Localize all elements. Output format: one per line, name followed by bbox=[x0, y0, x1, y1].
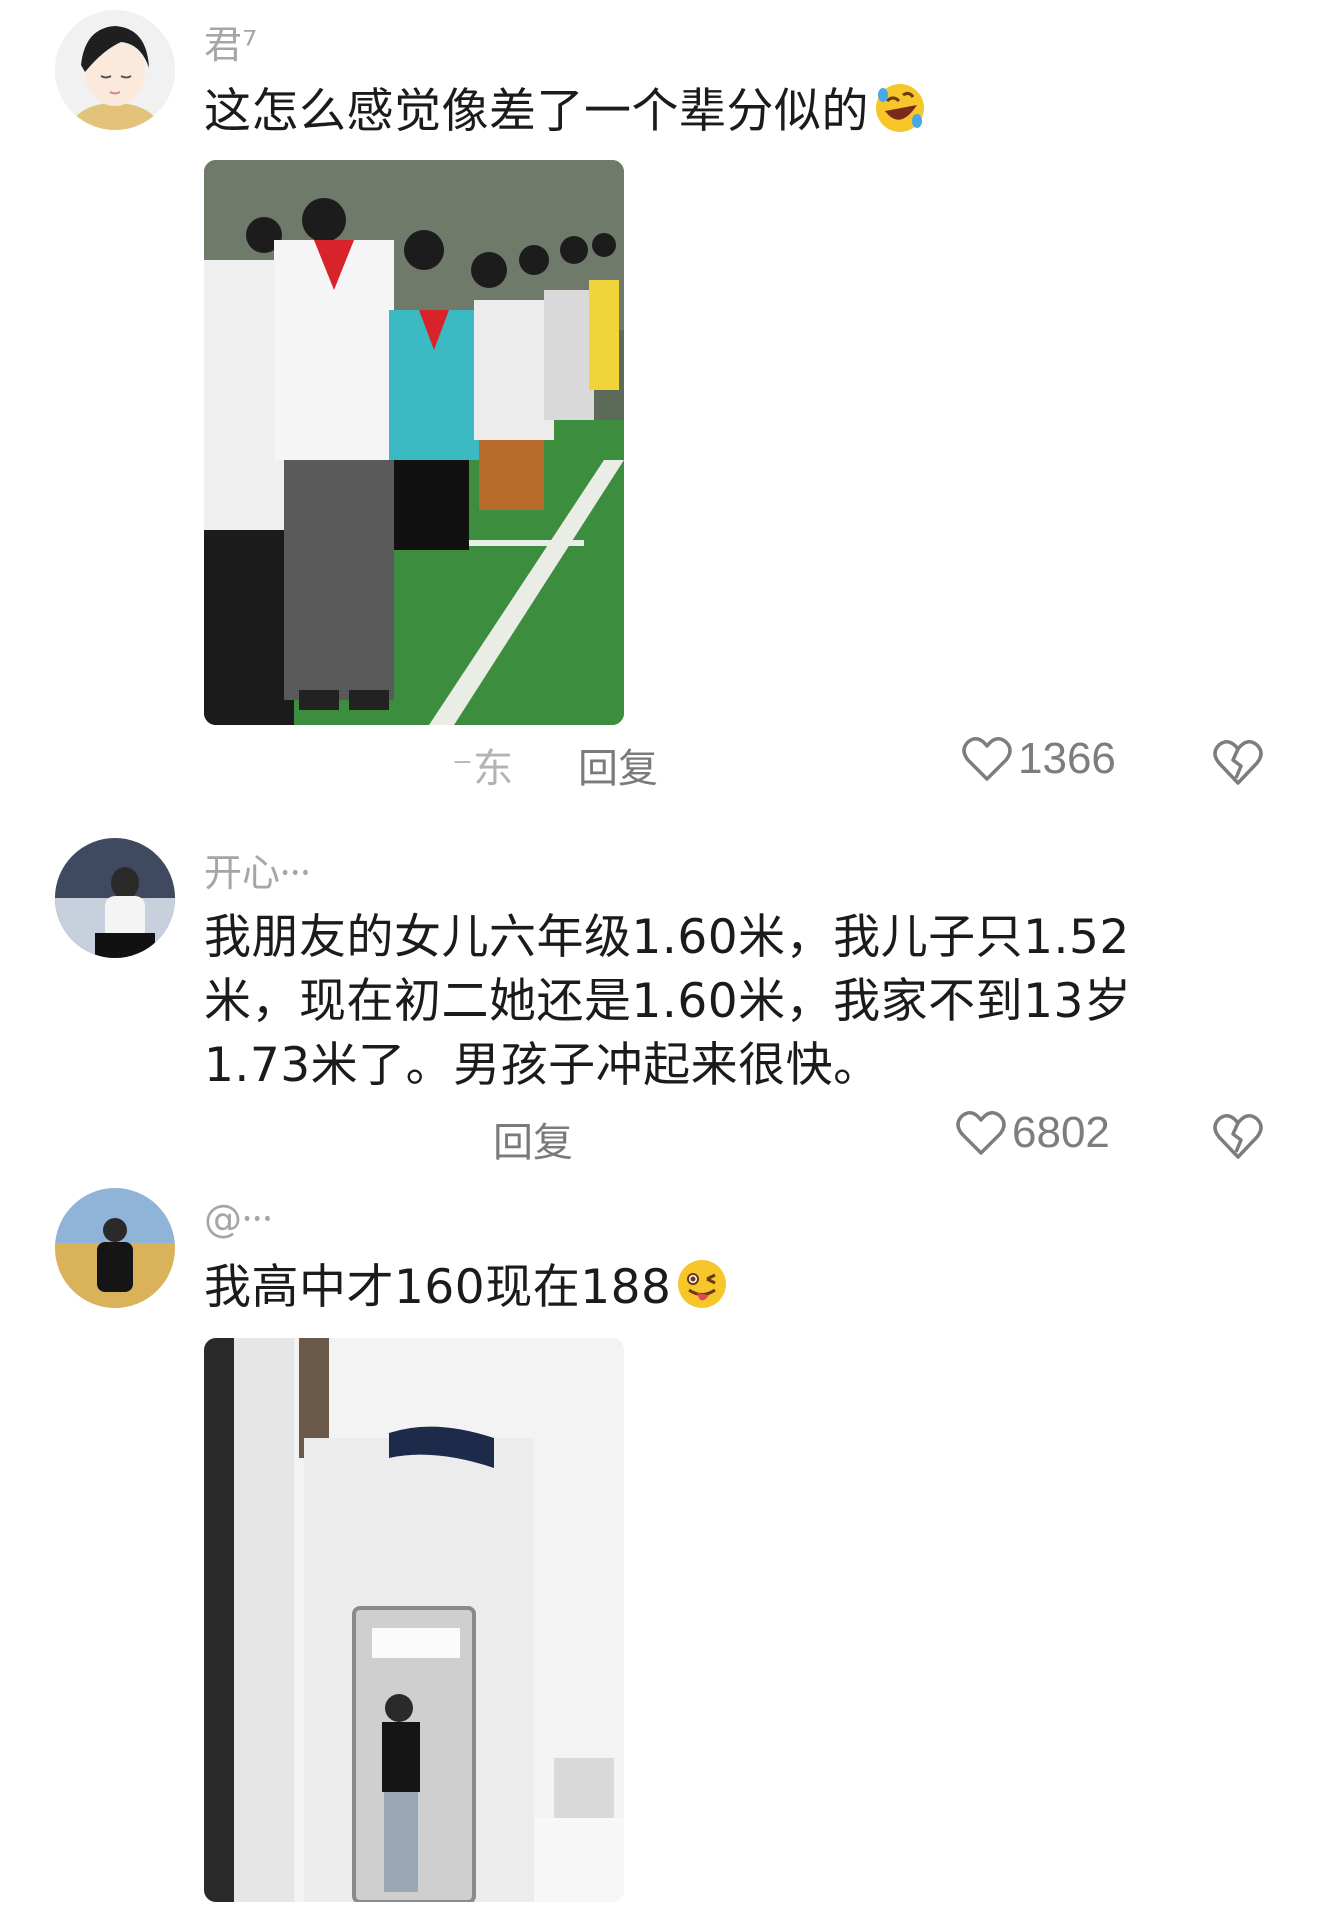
comment-photo[interactable] bbox=[204, 1338, 624, 1902]
username[interactable]: 开心⸱⸱⸱ bbox=[204, 842, 311, 898]
comment-photo[interactable] bbox=[204, 160, 624, 725]
like-count: 1366 bbox=[1018, 734, 1116, 783]
broken-heart-icon bbox=[1213, 1114, 1263, 1159]
like-count: 6802 bbox=[1012, 1108, 1110, 1157]
dislike-button[interactable] bbox=[1212, 738, 1264, 786]
user-avatar[interactable] bbox=[55, 10, 175, 130]
username[interactable]: 君⁷ bbox=[204, 14, 257, 69]
rolling-laughing-emoji-icon bbox=[873, 81, 927, 135]
comment-location: ⁻东 bbox=[452, 746, 514, 792]
username[interactable]: @⸱⸱⸱ bbox=[204, 1192, 273, 1244]
winking-tongue-emoji-icon bbox=[675, 1257, 729, 1311]
comment-body: 这怎么感觉像差了一个辈分似的 bbox=[204, 84, 869, 139]
dislike-button[interactable] bbox=[1212, 1112, 1264, 1160]
broken-heart-icon bbox=[1213, 740, 1263, 785]
like-button[interactable]: 1366 bbox=[962, 734, 1116, 784]
comment-text: 我朋友的女儿六年级1.60米，我儿子只1.52米，现在初二她还是1.60米，我家… bbox=[204, 910, 1132, 1093]
heart-icon bbox=[962, 737, 1012, 781]
like-button[interactable]: 6802 bbox=[956, 1108, 1110, 1158]
user-avatar[interactable] bbox=[55, 838, 175, 958]
reply-button[interactable]: 回复 bbox=[578, 736, 658, 794]
comment-body: 我高中才160现在188 bbox=[204, 1260, 672, 1315]
comment-text: 这怎么感觉像差了一个辈分似的 bbox=[204, 80, 1214, 144]
comment-text: 我高中才160现在188 bbox=[204, 1256, 1214, 1320]
user-avatar[interactable] bbox=[55, 1188, 175, 1308]
heart-icon bbox=[956, 1111, 1006, 1155]
reply-button[interactable]: 回复 bbox=[493, 1110, 573, 1168]
